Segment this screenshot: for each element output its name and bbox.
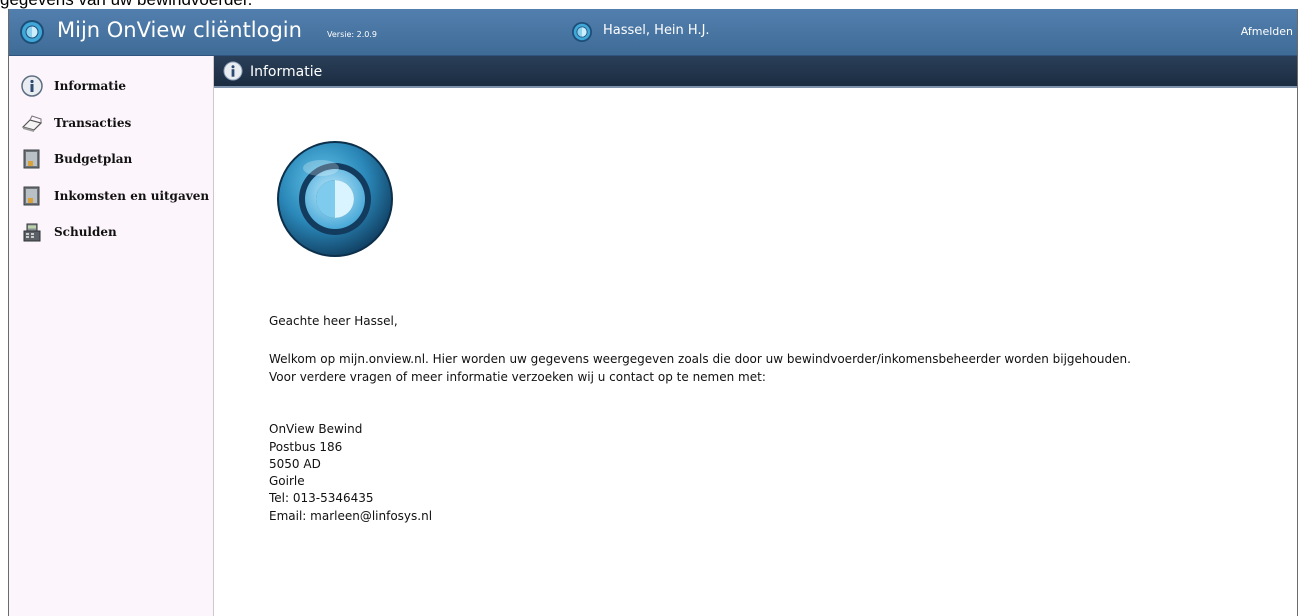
ledger-icon (23, 186, 40, 206)
contact-email[interactable]: Email: marleen@linfosys.nl (269, 509, 432, 524)
user-name: Hassel, Hein H.J. (603, 23, 710, 38)
sidebar-item-label: Budgetplan (54, 152, 133, 166)
cash-register-icon (23, 223, 41, 242)
info-icon (21, 75, 43, 97)
welcome-text-line2: Voor verdere vragen of meer informatie v… (269, 370, 766, 384)
panel-title: Informatie (250, 64, 323, 80)
sidebar-item-label: Transacties (54, 116, 132, 130)
sidebar-item-budgetplan[interactable]: Budgetplan (9, 145, 213, 175)
book-icon (21, 115, 43, 132)
panel-header: Informatie (214, 56, 1297, 88)
contact-name: OnView Bewind (269, 422, 363, 436)
sidebar: Informatie Transacties Budgetplan Inkoms… (9, 56, 214, 616)
sidebar-item-informatie[interactable]: Informatie (9, 72, 213, 102)
sidebar-item-schulden[interactable]: Schulden (9, 218, 213, 248)
greeting-text: Geachte heer Hassel, (269, 314, 398, 328)
ledger-icon (23, 149, 40, 169)
onview-user-icon (572, 22, 592, 42)
sidebar-item-label: Schulden (54, 225, 117, 239)
sidebar-item-label: Inkomsten en uitgaven (54, 189, 210, 203)
app-header: Mijn OnView cliëntlogin Versie: 2.0.9 Ha… (9, 9, 1297, 56)
contact-phone: Tel: 013-5346435 (269, 491, 374, 505)
main-panel: Informatie Geachte heer Hassel, Welkom o… (214, 56, 1297, 616)
sidebar-item-label: Informatie (54, 79, 127, 93)
sidebar-item-inkomsten-en-uitgaven[interactable]: Inkomsten en uitgaven (9, 182, 213, 212)
contact-city: Goirle (269, 474, 305, 488)
onview-logo-icon (20, 20, 44, 44)
app-window: Mijn OnView cliëntlogin Versie: 2.0.9 Ha… (8, 9, 1298, 616)
onview-large-logo-icon (277, 141, 393, 257)
info-icon (223, 61, 243, 81)
logout-link[interactable]: Afmelden (1241, 25, 1293, 38)
sidebar-item-transacties[interactable]: Transacties (9, 109, 213, 139)
contact-address: Postbus 186 (269, 440, 343, 454)
page-caption: gegevens van uw bewindvoerder. (0, 0, 252, 9)
panel-header-rule (214, 86, 1297, 88)
welcome-text-line1: Welkom op mijn.onview.nl. Hier worden uw… (269, 352, 1131, 366)
version-label: Versie: 2.0.9 (327, 30, 377, 39)
contact-postal-code: 5050 AD (269, 457, 321, 471)
app-title: Mijn OnView cliëntlogin (57, 18, 302, 42)
